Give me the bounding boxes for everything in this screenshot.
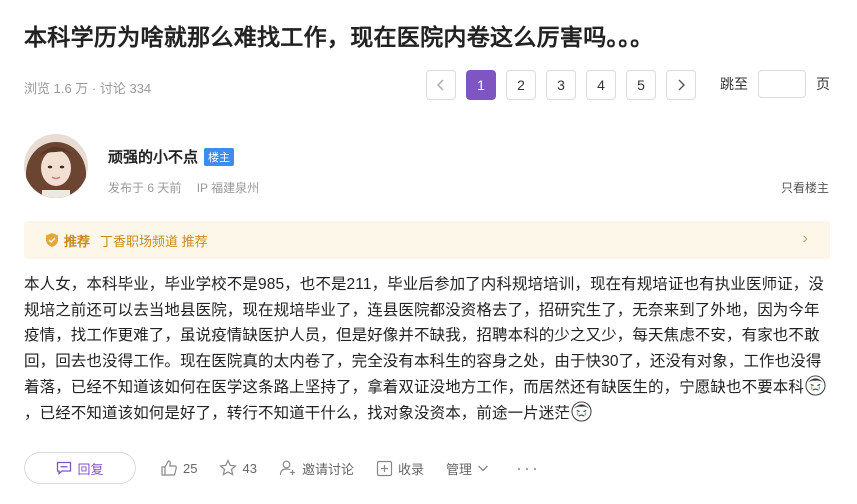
page-2-button[interactable]: 2 xyxy=(506,70,536,100)
post-actions: 回复 25 43 邀请讨论 收录 管理 ··· xyxy=(24,452,562,484)
page-1-button[interactable]: 1 xyxy=(466,70,496,100)
author-name[interactable]: 顽强的小不点 xyxy=(108,146,198,167)
recommend-banner[interactable]: 推荐 丁香职场频道 推荐 › xyxy=(24,221,830,259)
jump-suffix: 页 xyxy=(816,76,830,92)
invite-user-icon xyxy=(279,460,295,476)
chevron-right-icon: › xyxy=(802,230,808,247)
chevron-right-icon xyxy=(678,79,685,91)
recommend-tag: 推荐 xyxy=(64,233,91,249)
shield-icon xyxy=(46,233,58,247)
pagination: 1 2 3 4 5 xyxy=(426,70,706,100)
post-body-text-1: 本人女，本科毕业，毕业学校不是985，也不是211，毕业后参加了内科规培培训，现… xyxy=(24,276,824,396)
thread-stats: 浏览 1.6 万 · 讨论 334 xyxy=(24,81,152,96)
like-button[interactable]: 25 xyxy=(160,459,197,477)
more-options-button[interactable]: ··· xyxy=(516,458,540,479)
collect-button[interactable]: 收录 xyxy=(376,459,424,478)
manage-label: 管理 xyxy=(445,461,472,477)
thumbs-up-icon xyxy=(161,460,177,476)
invite-label: 邀请讨论 xyxy=(301,461,354,477)
prev-page-button[interactable] xyxy=(426,70,456,100)
page-5-button[interactable]: 5 xyxy=(626,70,656,100)
recommend-text: 丁香职场频道 推荐 xyxy=(100,233,208,249)
jump-label: 跳至 xyxy=(720,76,748,92)
reply-button[interactable]: 回复 xyxy=(24,452,136,484)
post-body: 本人女，本科毕业，毕业学校不是985，也不是211，毕业后参加了内科规培培训，现… xyxy=(24,272,834,426)
page-4-button[interactable]: 4 xyxy=(586,70,616,100)
post-body-text-2: ，已经不知道该如何是好了，转行不知道干什么，找对象没资本，前途一片迷茫 xyxy=(24,404,571,422)
author-row: 顽强的小不点 楼主 xyxy=(108,146,235,167)
page-jump-input[interactable] xyxy=(758,70,806,98)
reply-label: 回复 xyxy=(77,461,104,477)
page-3-button[interactable]: 3 xyxy=(546,70,576,100)
post-ip: IP 福建泉州 xyxy=(196,181,260,195)
crying-face-icon xyxy=(571,400,592,422)
crying-face-icon xyxy=(805,375,826,396)
avatar-photo xyxy=(24,134,88,198)
star-icon xyxy=(219,459,238,476)
thread-title: 本科学历为啥就那么难找工作，现在医院内卷这么厉害吗。。。 xyxy=(24,24,654,50)
star-count: 43 xyxy=(242,460,257,476)
post-time: 发布于 6 天前 xyxy=(108,181,182,195)
op-badge: 楼主 xyxy=(204,147,235,166)
page-jump: 跳至 页 xyxy=(720,70,830,98)
star-button[interactable]: 43 xyxy=(219,459,257,477)
like-count: 25 xyxy=(183,460,198,476)
manage-dropdown[interactable]: 管理 xyxy=(446,459,494,478)
next-page-button[interactable] xyxy=(666,70,696,100)
post-meta: 发布于 6 天前 IP 福建泉州 xyxy=(108,179,259,196)
invite-discussion-button[interactable]: 邀请讨论 xyxy=(279,459,354,478)
collect-label: 收录 xyxy=(397,461,424,477)
chevron-left-icon xyxy=(437,79,444,91)
only-op-link[interactable]: 只看楼主 xyxy=(781,179,829,196)
author-avatar[interactable] xyxy=(24,134,88,198)
chevron-down-icon xyxy=(478,465,488,472)
comment-icon xyxy=(57,461,72,475)
plus-box-icon xyxy=(376,460,393,476)
